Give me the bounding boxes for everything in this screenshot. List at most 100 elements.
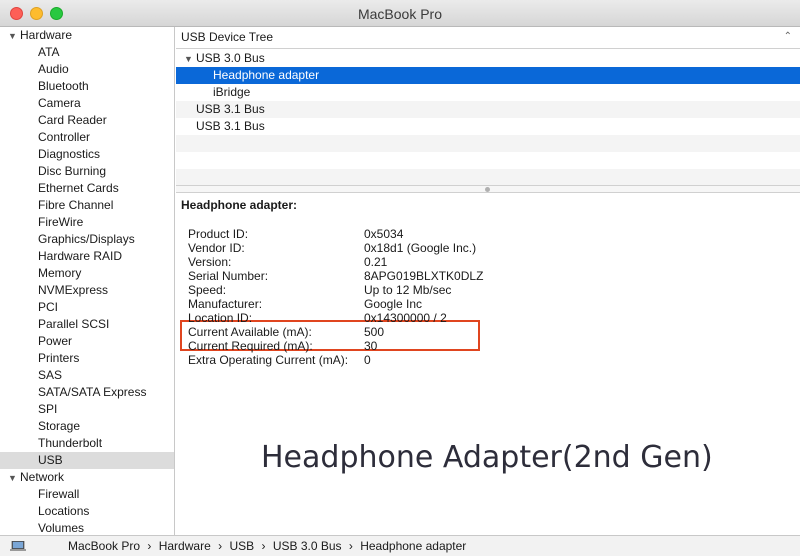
splitter-handle-icon[interactable] [485, 187, 490, 192]
sidebar-item-card-reader[interactable]: Card Reader [0, 112, 174, 129]
tree-row-label: iBridge [213, 85, 251, 99]
property-value: 30 [364, 339, 378, 353]
property-row: Manufacturer: Google Inc [176, 297, 776, 311]
sidebar-group-label: Network [20, 470, 65, 484]
disclosure-triangle-icon[interactable]: ▼ [8, 470, 20, 487]
title-bar: MacBook Pro [0, 0, 800, 27]
breadcrumb-separator: › [147, 539, 152, 553]
sidebar-item-pci[interactable]: PCI [0, 299, 174, 316]
sidebar-item-sata-sata-express[interactable]: SATA/SATA Express [0, 384, 174, 401]
pane-splitter[interactable] [176, 185, 800, 193]
property-row: Extra Operating Current (mA): 0 [176, 353, 776, 367]
property-value: 0.21 [364, 255, 388, 269]
property-key: Product ID: [188, 227, 249, 241]
sidebar-group-hardware[interactable]: ▼ Hardware [0, 27, 174, 44]
tree-row[interactable]: USB 3.1 Bus [176, 118, 800, 135]
detail-panel: Headphone adapter: Headphone Adapter(2nd… [176, 194, 800, 535]
property-value: 500 [364, 325, 385, 339]
property-row: Speed: Up to 12 Mb/sec [176, 283, 776, 297]
tree-row[interactable]: Headphone adapter [176, 67, 800, 84]
sidebar-item-locations[interactable]: Locations [0, 503, 174, 520]
laptop-icon [10, 541, 26, 551]
property-value: 0 [364, 353, 371, 367]
sidebar-item-parallel-scsi[interactable]: Parallel SCSI [0, 316, 174, 333]
sidebar-item-spi[interactable]: SPI [0, 401, 174, 418]
breadcrumb-item[interactable]: Headphone adapter [360, 539, 466, 553]
property-key: Current Required (mA): [188, 339, 313, 353]
property-key: Location ID: [188, 311, 253, 325]
tree-header[interactable]: USB Device Tree ⌃ [176, 27, 800, 49]
sidebar-item-graphics-displays[interactable]: Graphics/Displays [0, 231, 174, 248]
path-bar: MacBook Pro › Hardware › USB › USB 3.0 B… [0, 535, 800, 556]
property-value: 8APG019BLXTK0DLZ [364, 269, 484, 283]
breadcrumb-item[interactable]: Hardware [159, 539, 211, 553]
breadcrumb: MacBook Pro › Hardware › USB › USB 3.0 B… [68, 536, 466, 556]
sidebar-item-diagnostics[interactable]: Diagnostics [0, 146, 174, 163]
property-row: Current Required (mA): 30 [176, 339, 776, 353]
sidebar-item-sas[interactable]: SAS [0, 367, 174, 384]
property-key: Version: [188, 255, 232, 269]
property-value: 0x18d1 (Google Inc.) [364, 241, 477, 255]
sidebar-item-firewire[interactable]: FireWire [0, 214, 174, 231]
property-row: Product ID: 0x5034 [176, 227, 776, 241]
sidebar-item-storage[interactable]: Storage [0, 418, 174, 435]
sidebar-item-camera[interactable]: Camera [0, 95, 174, 112]
property-row: Location ID: 0x14300000 / 2 [176, 311, 776, 325]
breadcrumb-separator: › [261, 539, 266, 553]
disclosure-triangle-icon[interactable]: ▼ [184, 51, 196, 68]
tree-row[interactable]: iBridge [176, 84, 800, 101]
breadcrumb-item[interactable]: USB 3.0 Bus [273, 539, 342, 553]
property-key: Current Available (mA): [188, 325, 312, 339]
sidebar-item-bluetooth[interactable]: Bluetooth [0, 78, 174, 95]
chevron-up-icon[interactable]: ⌃ [784, 27, 792, 47]
sidebar-item-thunderbolt[interactable]: Thunderbolt [0, 435, 174, 452]
sidebar-item-controller[interactable]: Controller [0, 129, 174, 146]
tree-empty-row [176, 135, 800, 152]
tree-empty-row [176, 152, 800, 169]
sidebar-item-hardware-raid[interactable]: Hardware RAID [0, 248, 174, 265]
sidebar-item-power[interactable]: Power [0, 333, 174, 350]
breadcrumb-separator: › [218, 539, 223, 553]
sidebar-item-fibre-channel[interactable]: Fibre Channel [0, 197, 174, 214]
sidebar-group-label: Hardware [20, 28, 73, 42]
disclosure-triangle-icon[interactable]: ▼ [8, 28, 20, 45]
property-row: Version: 0.21 [176, 255, 776, 269]
property-key: Manufacturer: [188, 297, 263, 311]
sidebar-item-firewall[interactable]: Firewall [0, 486, 174, 503]
property-value: 0x5034 [364, 227, 404, 241]
property-key: Vendor ID: [188, 241, 245, 255]
breadcrumb-separator: › [348, 539, 353, 553]
sidebar-item-printers[interactable]: Printers [0, 350, 174, 367]
window-title: MacBook Pro [357, 6, 443, 22]
sidebar: ▼ Hardware ATA Audio Bluetooth Camera Card Rea… [0, 27, 175, 535]
sidebar-item-usb[interactable]: USB [0, 452, 174, 469]
sidebar-group-network[interactable]: ▼ Network [0, 469, 174, 486]
tree-row[interactable]: ▼ USB 3.0 Bus [176, 50, 800, 67]
tree-row[interactable]: USB 3.1 Bus [176, 101, 800, 118]
sidebar-item-nvmexpress[interactable]: NVMExpress [0, 282, 174, 299]
tree-row-label: USB 3.1 Bus [196, 119, 265, 133]
property-value: 0x14300000 / 2 [364, 311, 447, 325]
tree-row-label: USB 3.0 Bus [196, 51, 265, 65]
property-row: Vendor ID: 0x18d1 (Google Inc.) [176, 241, 776, 255]
sidebar-item-audio[interactable]: Audio [0, 61, 174, 78]
property-value: Google Inc [364, 297, 423, 311]
property-row: Current Available (mA): 500 [176, 325, 776, 339]
sidebar-item-memory[interactable]: Memory [0, 265, 174, 282]
detail-title: Headphone adapter: [181, 198, 298, 212]
tree-row-label: USB 3.1 Bus [196, 102, 265, 116]
sidebar-item-ata[interactable]: ATA [0, 44, 174, 61]
property-key: Serial Number: [188, 269, 269, 283]
sidebar-item-ethernet-cards[interactable]: Ethernet Cards [0, 180, 174, 197]
property-key: Extra Operating Current (mA): [188, 353, 349, 367]
tree-empty-row [176, 169, 800, 186]
breadcrumb-item[interactable]: USB [229, 539, 254, 553]
overlay-caption: Headphone Adapter(2nd Gen) [261, 440, 713, 475]
property-key: Speed: [188, 283, 227, 297]
system-information-window: MacBook Pro ▼ Hardware ATA Audio Bluetooth Ca… [0, 0, 800, 556]
property-row: Serial Number: 8APG019BLXTK0DLZ [176, 269, 776, 283]
sidebar-item-volumes[interactable]: Volumes [0, 520, 174, 535]
property-value: Up to 12 Mb/sec [364, 283, 452, 297]
sidebar-item-disc-burning[interactable]: Disc Burning [0, 163, 174, 180]
breadcrumb-item[interactable]: MacBook Pro [68, 539, 140, 553]
